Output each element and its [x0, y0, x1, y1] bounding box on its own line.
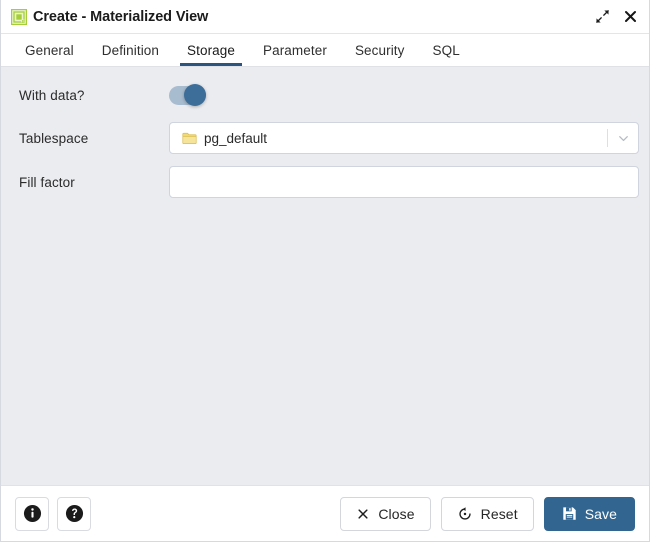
tablespace-select[interactable]: pg_default [169, 122, 639, 154]
tablespace-control: pg_default [169, 122, 639, 154]
with-data-control [169, 86, 639, 105]
fill-factor-label: Fill factor [11, 175, 169, 190]
dialog-tabbar: General Definition Storage Parameter Sec… [1, 34, 649, 67]
tab-definition[interactable]: Definition [88, 34, 173, 66]
tablespace-selected-value: pg_default [170, 131, 607, 146]
with-data-label: With data? [11, 88, 169, 103]
close-button-label: Close [378, 506, 414, 522]
footer-right-group: Close Reset Save [340, 497, 635, 531]
reset-button-label: Reset [481, 506, 518, 522]
save-button[interactable]: Save [544, 497, 635, 531]
question-mark-icon [65, 504, 84, 523]
create-materialized-view-dialog: Create - Materialized View General [0, 0, 650, 542]
dialog-title: Create - Materialized View [33, 9, 208, 25]
toggle-knob [184, 84, 206, 106]
save-button-label: Save [585, 506, 617, 522]
tablespace-label: Tablespace [11, 131, 169, 146]
help-button[interactable] [57, 497, 91, 531]
fill-factor-input[interactable] [169, 166, 639, 198]
tab-security[interactable]: Security [341, 34, 419, 66]
reset-icon [457, 506, 473, 522]
tablespace-row: Tablespace pg_default [11, 122, 639, 154]
tablespace-value-text: pg_default [204, 131, 267, 146]
fill-factor-control [169, 166, 639, 198]
materialized-view-icon [11, 9, 27, 25]
dialog-titlebar: Create - Materialized View [1, 0, 649, 34]
dialog-footer: Close Reset Save [1, 485, 649, 541]
save-floppy-icon [562, 506, 577, 521]
tab-storage[interactable]: Storage [173, 34, 249, 66]
fill-factor-row: Fill factor [11, 166, 639, 198]
close-button[interactable]: Close [340, 497, 430, 531]
info-icon [23, 504, 42, 523]
chevron-down-icon[interactable] [608, 123, 638, 153]
tab-parameter[interactable]: Parameter [249, 34, 341, 66]
tab-general[interactable]: General [11, 34, 88, 66]
folder-icon [182, 132, 197, 145]
expand-icon[interactable] [589, 4, 615, 30]
close-x-icon [356, 507, 370, 521]
with-data-toggle[interactable] [169, 86, 206, 105]
storage-form: With data? Tablespace pg_default [1, 67, 649, 485]
close-icon[interactable] [617, 4, 643, 30]
footer-left-group [15, 497, 91, 531]
tab-sql[interactable]: SQL [419, 34, 474, 66]
with-data-row: With data? [11, 80, 639, 110]
reset-button[interactable]: Reset [441, 497, 534, 531]
info-button[interactable] [15, 497, 49, 531]
